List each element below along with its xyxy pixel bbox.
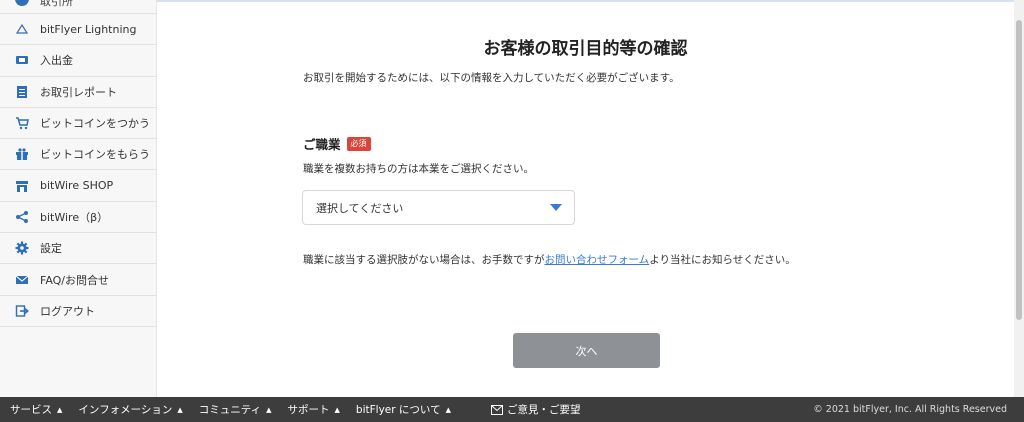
- sidebar-item-bitflyer-lightning[interactable]: bitFlyer Lightning: [0, 14, 156, 46]
- sidebar-item-deposit-withdraw[interactable]: 入出金: [0, 45, 156, 77]
- sidebar-item-label: FAQ/お問合せ: [40, 273, 110, 287]
- footer-menu-label: bitFlyer について: [355, 404, 441, 416]
- footer-menu-label: コミュニティ: [198, 404, 262, 416]
- sidebar-item-report[interactable]: お取引レポート: [0, 77, 156, 108]
- gear-icon: [15, 241, 29, 255]
- sidebar-item-use-bitcoin[interactable]: ビットコインをつかう: [0, 108, 156, 140]
- footer-menu: サービス ▲ インフォメーション ▲ コミュニティ ▲ サポート ▲ bitFlyer …: [10, 402, 467, 417]
- note-text-before: 職業に該当する選択肢がない場合は、お手数ですが: [303, 254, 545, 266]
- circle-icon: [15, 0, 29, 6]
- note-text-after: より当社にお知らせください。: [649, 254, 796, 266]
- copyright: © 2021 bitFlyer, Inc. All Rights Reserve…: [813, 404, 1007, 415]
- contact-note: 職業に該当する選択肢がない場合は、お手数ですがお問い合わせフォームより当社にお知…: [303, 252, 796, 267]
- share-icon: [15, 210, 29, 224]
- sidebar-item-label: bitFlyer Lightning: [40, 22, 137, 36]
- contact-form-link[interactable]: お問い合わせフォーム: [545, 254, 650, 266]
- page-title: お客様の取引目的等の確認: [483, 39, 688, 59]
- gift-icon: [15, 147, 29, 161]
- sidebar-item-label: ビットコインをもらう: [40, 148, 150, 162]
- shop-icon: [15, 179, 29, 193]
- occupation-select[interactable]: 選択してください: [302, 190, 575, 225]
- intro-text: お取引を開始するためには、以下の情報を入力していただく必要がございます。: [303, 72, 680, 84]
- sidebar-item-label: 取引所: [40, 0, 73, 8]
- feedback-link[interactable]: ご意見・ご要望: [490, 402, 581, 417]
- caret-up-icon: ▲: [57, 405, 63, 414]
- sidebar-item-get-bitcoin[interactable]: ビットコインをもらう: [0, 139, 156, 171]
- scrollbar-thumb[interactable]: [1016, 20, 1022, 320]
- footer-menu-about[interactable]: bitFlyer について ▲: [356, 402, 451, 417]
- footer: サービス ▲ インフォメーション ▲ コミュニティ ▲ サポート ▲ bitFlyer …: [0, 397, 1024, 422]
- report-icon: [15, 85, 29, 99]
- sidebar-item-label: お取引レポート: [40, 85, 117, 99]
- sidebar-item-label: bitWire SHOP: [40, 179, 114, 193]
- occupation-label-text: ご職業: [303, 137, 341, 152]
- sidebar-item-label: ログアウト: [40, 304, 95, 318]
- footer-menu-information[interactable]: インフォメーション ▲: [78, 402, 182, 417]
- sidebar-item-faq[interactable]: FAQ/お問合せ: [0, 264, 156, 296]
- sidebar-item-partial[interactable]: 取引所: [0, 0, 156, 14]
- caret-up-icon: ▲: [334, 405, 340, 414]
- cart-icon: [15, 116, 29, 130]
- caret-down-icon: [550, 204, 562, 211]
- occupation-help-text: 職業を複数お持ちの方は本業をご選択ください。: [303, 163, 534, 175]
- mail-icon: [15, 273, 29, 287]
- lightning-triangle-icon: [15, 22, 29, 36]
- footer-menu-community[interactable]: コミュニティ ▲: [199, 402, 272, 417]
- occupation-select-value: 選択してください: [316, 201, 404, 215]
- footer-menu-label: サービス: [10, 404, 52, 416]
- sidebar-item-bitwire[interactable]: bitWire（β）: [0, 202, 156, 234]
- next-button[interactable]: 次へ: [513, 333, 660, 368]
- occupation-label: ご職業 必須: [303, 134, 371, 153]
- feedback-label: ご意見・ご要望: [506, 404, 581, 416]
- scrollbar[interactable]: [1014, 0, 1024, 397]
- sidebar-item-settings[interactable]: 設定: [0, 233, 156, 265]
- mail-icon: [490, 404, 503, 415]
- footer-menu-services[interactable]: サービス ▲: [10, 402, 62, 417]
- sidebar-item-label: bitWire（β）: [40, 210, 109, 224]
- required-badge: 必須: [346, 136, 371, 151]
- logout-icon: [15, 304, 29, 318]
- footer-menu-support[interactable]: サポート ▲: [288, 402, 340, 417]
- caret-up-icon: ▲: [177, 405, 183, 414]
- sidebar-item-bitwire-shop[interactable]: bitWire SHOP: [0, 170, 156, 202]
- main-content: お客様の取引目的等の確認 お取引を開始するためには、以下の情報を入力していただく…: [158, 0, 1014, 397]
- sidebar: 取引所 bitFlyer Lightning 入出金 お取引レポート ビットコイ…: [0, 0, 157, 397]
- caret-up-icon: ▲: [445, 405, 451, 414]
- sidebar-item-logout[interactable]: ログアウト: [0, 296, 156, 327]
- sidebar-item-label: ビットコインをつかう: [40, 117, 150, 131]
- footer-menu-label: サポート: [287, 404, 330, 416]
- sidebar-item-label: 入出金: [40, 54, 73, 68]
- caret-up-icon: ▲: [266, 405, 272, 414]
- sidebar-item-label: 設定: [40, 242, 62, 256]
- deposit-withdraw-icon: [15, 53, 29, 67]
- footer-menu-label: インフォメーション: [78, 404, 173, 416]
